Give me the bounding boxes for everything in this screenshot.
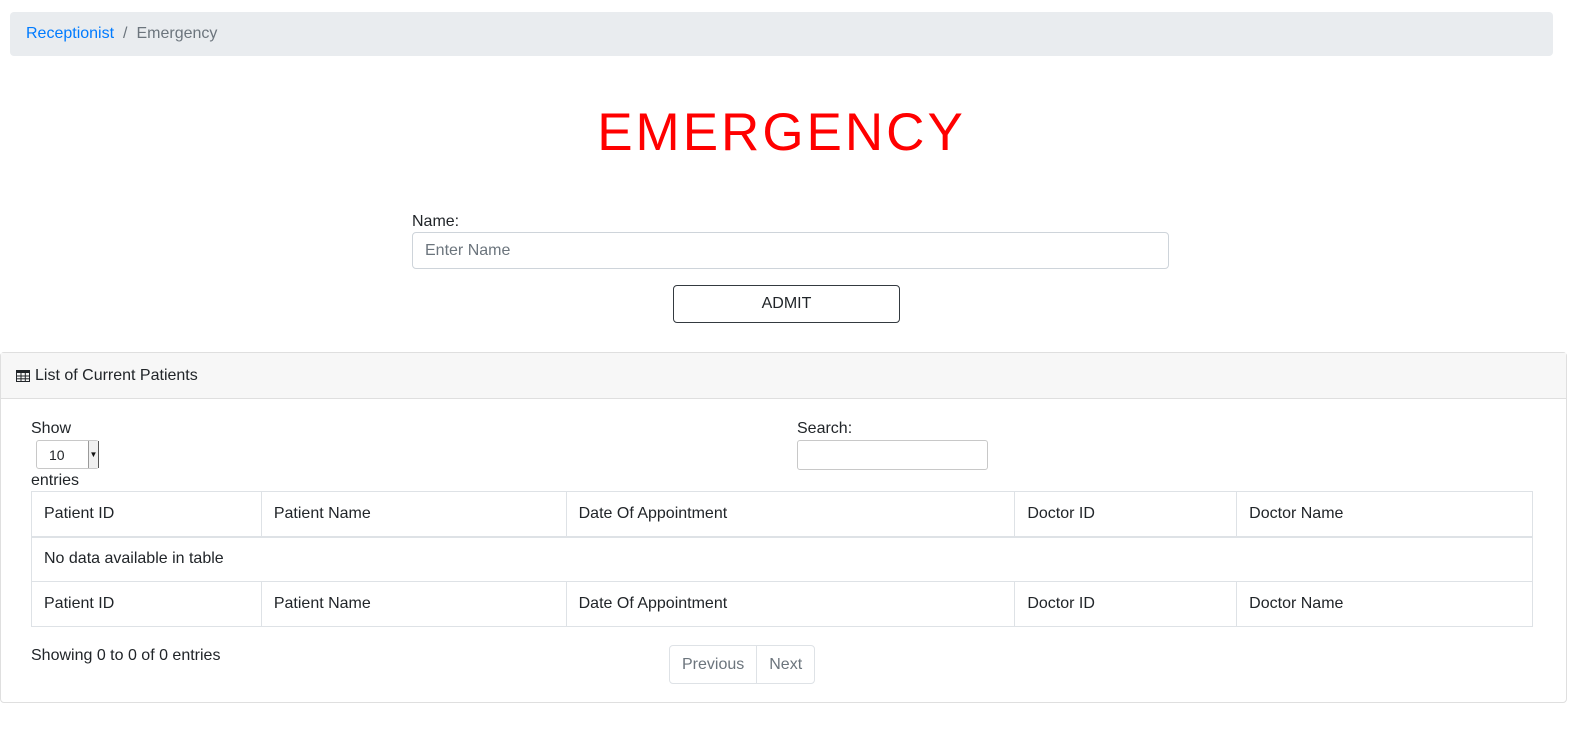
patients-card: List of Current Patients Show 10 ▼ entri… (0, 352, 1567, 703)
patients-table: Patient ID Patient Name Date Of Appointm… (31, 491, 1533, 627)
column-header-patient-id[interactable]: Patient ID (31, 491, 262, 538)
column-footer-doctor-name: Doctor Name (1236, 581, 1533, 627)
table-info: Showing 0 to 0 of 0 entries (31, 647, 221, 664)
table-foot: Patient ID Patient Name Date Of Appointm… (31, 581, 1533, 627)
pagination: Previous Next (669, 645, 816, 684)
entries-length-value: 10 (49, 446, 65, 463)
column-footer-doctor-id: Doctor ID (1014, 581, 1238, 627)
column-header-date-of-appointment[interactable]: Date Of Appointment (565, 491, 1016, 538)
table-head: Patient ID Patient Name Date Of Appointm… (31, 491, 1533, 538)
admit-button[interactable]: ADMIT (673, 285, 900, 323)
card-header: List of Current Patients (1, 353, 1566, 399)
column-header-doctor-name[interactable]: Doctor Name (1236, 491, 1533, 538)
previous-page-button[interactable]: Previous (670, 646, 756, 683)
table-icon (16, 369, 30, 382)
empty-table-message: No data available in table (31, 536, 1533, 582)
column-header-doctor-id[interactable]: Doctor ID (1014, 491, 1238, 538)
table-row: No data available in table (31, 536, 1533, 582)
show-label: Show (31, 420, 72, 437)
table-header-row: Patient ID Patient Name Date Of Appointm… (31, 491, 1533, 538)
entries-length-select[interactable]: 10 ▼ (36, 440, 99, 469)
breadcrumb-current: Emergency (136, 25, 218, 42)
search-input[interactable] (797, 440, 988, 470)
column-footer-patient-name: Patient Name (260, 581, 567, 627)
column-header-patient-name[interactable]: Patient Name (260, 491, 567, 538)
page: Receptionist / Emergency EMERGENCY Name:… (0, 0, 1590, 743)
entries-label: entries (31, 472, 80, 489)
search-label: Search: (797, 420, 853, 437)
chevron-down-icon: ▼ (88, 441, 98, 468)
column-footer-patient-id: Patient ID (31, 581, 262, 627)
name-label: Name: (412, 213, 460, 230)
breadcrumb: Receptionist / Emergency (10, 12, 1553, 56)
name-input[interactable] (412, 232, 1169, 269)
table-footer-row: Patient ID Patient Name Date Of Appointm… (31, 581, 1533, 627)
breadcrumb-link-receptionist[interactable]: Receptionist (26, 25, 114, 43)
page-title: EMERGENCY (597, 103, 966, 162)
next-page-button[interactable]: Next (756, 646, 814, 683)
column-footer-date-of-appointment: Date Of Appointment (565, 581, 1016, 627)
breadcrumb-separator: / (123, 25, 128, 42)
table-body: No data available in table (31, 536, 1533, 582)
card-title: List of Current Patients (35, 366, 198, 384)
